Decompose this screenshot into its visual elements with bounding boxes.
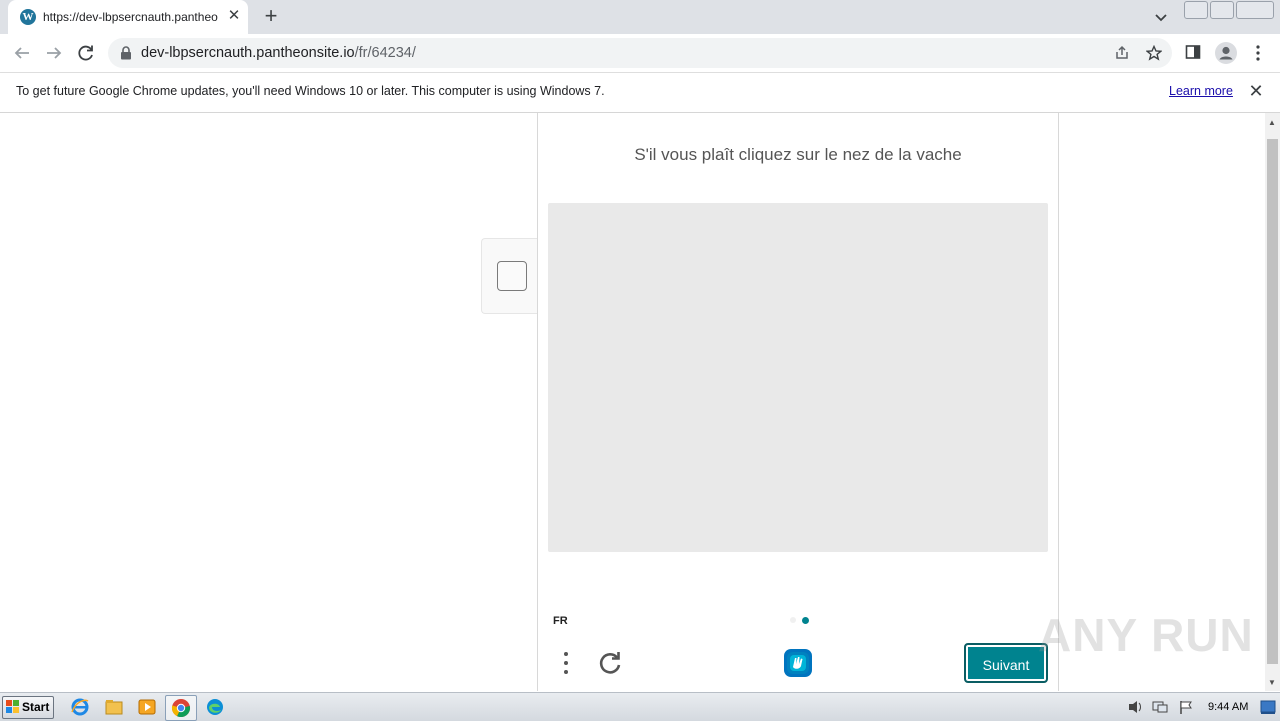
language-selector[interactable]: FR bbox=[553, 615, 568, 627]
start-label: Start bbox=[22, 700, 50, 714]
challenge-prompt: S'il vous plaît cliquez sur le nez de la… bbox=[634, 145, 962, 164]
forward-arrow-icon[interactable] bbox=[43, 42, 65, 64]
vertical-scrollbar[interactable]: ▲ ▼ bbox=[1265, 113, 1280, 691]
browser-toolbar: dev-lbpsercnauth.pantheonsite.io/fr/6423… bbox=[0, 34, 1280, 73]
infobar-message: To get future Google Chrome updates, you… bbox=[16, 84, 605, 98]
windows-logo-icon bbox=[6, 700, 19, 713]
back-arrow-icon[interactable] bbox=[11, 42, 33, 64]
minimize-button[interactable] bbox=[1184, 1, 1208, 19]
edge-icon[interactable] bbox=[204, 697, 226, 717]
captcha-checkbox-card bbox=[481, 238, 538, 314]
chrome-taskbar-button[interactable] bbox=[165, 695, 197, 721]
anyrun-watermark: ANY RUN bbox=[1038, 609, 1254, 661]
refresh-icon[interactable] bbox=[596, 649, 624, 677]
page-content: S'il vous plaît cliquez sur le nez de la… bbox=[0, 113, 1265, 691]
speaker-icon[interactable] bbox=[1127, 699, 1145, 715]
scroll-thumb[interactable] bbox=[1267, 139, 1278, 664]
lock-icon[interactable] bbox=[120, 46, 132, 60]
address-bar[interactable]: dev-lbpsercnauth.pantheonsite.io/fr/6423… bbox=[108, 38, 1172, 68]
infobar-close-icon[interactable]: ✕ bbox=[1246, 81, 1266, 101]
progress-dot-active bbox=[802, 617, 809, 624]
scroll-down-arrow-icon[interactable]: ▼ bbox=[1268, 678, 1276, 687]
url-text[interactable]: dev-lbpsercnauth.pantheonsite.io/fr/6423… bbox=[141, 45, 416, 61]
kebab-menu-icon[interactable] bbox=[1250, 43, 1266, 63]
start-button[interactable]: Start bbox=[2, 696, 54, 719]
reload-icon[interactable] bbox=[75, 42, 97, 64]
show-desktop-icon[interactable] bbox=[1260, 699, 1276, 715]
wordpress-icon: W bbox=[20, 9, 36, 25]
chrome-icon bbox=[171, 699, 191, 718]
url-path: /fr/64234/ bbox=[354, 45, 416, 61]
profile-avatar-icon[interactable] bbox=[1214, 41, 1238, 65]
browser-tab[interactable]: W https://dev-lbpsercnauth.pantheonsite.… bbox=[8, 0, 248, 34]
challenge-image-area[interactable] bbox=[548, 203, 1048, 552]
tab-search-chevron-icon[interactable] bbox=[1151, 7, 1171, 27]
internet-explorer-icon[interactable] bbox=[69, 697, 91, 717]
share-icon[interactable] bbox=[1114, 45, 1130, 61]
learn-more-link[interactable]: Learn more bbox=[1169, 84, 1233, 98]
file-explorer-icon[interactable] bbox=[103, 697, 125, 717]
progress-dot bbox=[790, 617, 796, 623]
next-button[interactable]: Suivant bbox=[964, 643, 1048, 683]
taskbar-clock[interactable]: 9:44 AM bbox=[1208, 701, 1248, 713]
windows-taskbar: Start 9:44 AM bbox=[0, 692, 1280, 721]
captcha-challenge-panel: S'il vous plaît cliquez sur le nez de la… bbox=[537, 113, 1059, 691]
close-window-button[interactable] bbox=[1236, 1, 1274, 19]
side-panel-icon[interactable] bbox=[1185, 44, 1201, 60]
media-player-icon[interactable] bbox=[136, 697, 158, 717]
tab-close-icon[interactable]: ✕ bbox=[225, 7, 243, 25]
new-tab-button[interactable]: + bbox=[260, 5, 282, 27]
network-icon[interactable] bbox=[1151, 699, 1169, 715]
captcha-checkbox[interactable] bbox=[497, 261, 527, 291]
action-center-flag-icon[interactable] bbox=[1177, 699, 1195, 715]
bookmark-star-icon[interactable] bbox=[1146, 45, 1162, 61]
hcaptcha-logo-icon[interactable] bbox=[781, 646, 815, 680]
tab-title: https://dev-lbpsercnauth.pantheonsite.io… bbox=[43, 10, 218, 24]
update-infobar: To get future Google Chrome updates, you… bbox=[0, 73, 1280, 113]
scroll-up-arrow-icon[interactable]: ▲ bbox=[1268, 118, 1276, 127]
restore-button[interactable] bbox=[1210, 1, 1234, 19]
url-host: dev-lbpsercnauth.pantheonsite.io bbox=[141, 45, 355, 61]
tab-strip: W https://dev-lbpsercnauth.pantheonsite.… bbox=[0, 0, 1280, 34]
vertical-dots-menu-icon[interactable] bbox=[558, 649, 574, 677]
